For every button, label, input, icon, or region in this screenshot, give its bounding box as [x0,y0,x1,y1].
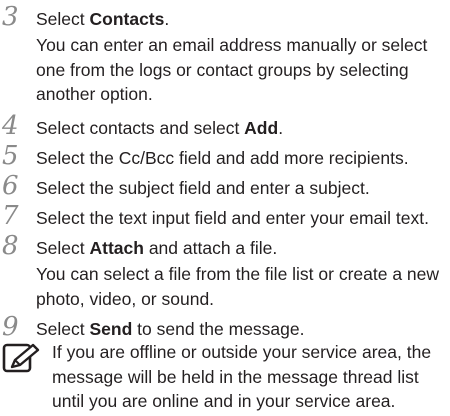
step-instruction: Select Contacts. [36,9,170,29]
step-instruction: Select contacts and select Add. [36,118,284,138]
step-note: You can enter an email address manually … [36,35,428,104]
step-note: You can select a file from the file list… [36,264,440,309]
step-instruction: Select the Cc/Bcc field and add more rec… [36,148,409,168]
note-text: If you are offline or outside your servi… [52,342,432,411]
step-instruction: Select Attach and attach a file. [36,238,278,258]
step-number: 9 [2,312,19,342]
step-number: 8 [2,231,19,261]
manual-page: 3 Select Contacts. You can enter an emai… [0,0,450,416]
step-number: 7 [2,201,19,231]
step-number: 6 [2,171,19,201]
step-number: 4 [2,111,19,141]
step-number: 3 [2,2,19,32]
step-number: 5 [2,141,19,171]
ui-term: Contacts [89,9,165,29]
step-instruction: Select Send to send the message. [36,319,305,339]
step-instruction: Select the subject field and enter a sub… [36,178,370,198]
ui-term: Attach [89,238,144,258]
step-instruction: Select the text input field and enter yo… [36,208,429,228]
ui-term: Send [89,319,133,339]
note-pencil-icon [2,343,40,373]
ui-term: Add [244,118,279,138]
